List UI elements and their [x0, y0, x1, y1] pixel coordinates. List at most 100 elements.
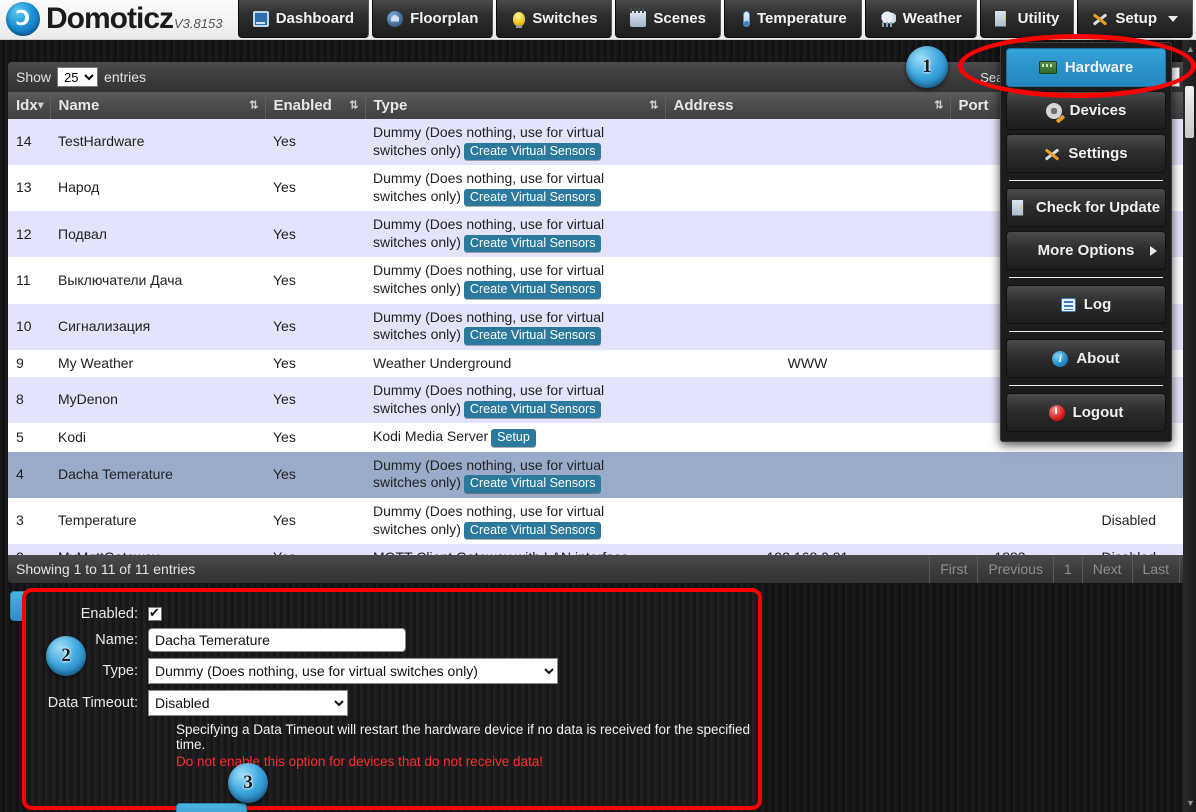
cell-name: Kodi [50, 423, 265, 452]
row-action-button[interactable]: Create Virtual Sensors [463, 234, 602, 253]
pagination-last[interactable]: Last [1131, 555, 1180, 583]
form-row-enabled: Enabled: [26, 605, 758, 622]
menu-item-check-for-update[interactable]: Check for Update [1006, 188, 1166, 227]
nav-utility[interactable]: Utility [979, 0, 1075, 38]
cell-idx: 13 [8, 165, 50, 212]
cell-idx: 9 [8, 349, 50, 378]
scrollbar-thumb[interactable] [1185, 86, 1194, 138]
lightbulb-icon [513, 11, 526, 28]
col-idx[interactable]: Idx ▾ [8, 92, 51, 119]
col-address[interactable]: Address ⇅ [665, 92, 951, 119]
menu-item-devices[interactable]: Devices [1006, 91, 1166, 130]
table-row[interactable]: 4 Dacha Temerature Yes Dummy (Does nothing,… [8, 451, 1188, 498]
form-row-name: Name: [26, 628, 758, 652]
sort-both-icon: ⇅ [934, 99, 944, 111]
type-text: Weather Underground [373, 354, 512, 371]
cell-name: MyDenon [50, 377, 265, 424]
menu-label: About [1076, 350, 1120, 367]
menu-label: More Options [1037, 242, 1135, 259]
timeout-select[interactable]: Disabled [148, 690, 348, 716]
row-action-button[interactable]: Create Virtual Sensors [463, 400, 602, 419]
cell-name: TestHardware [50, 119, 265, 166]
row-action-button[interactable]: Create Virtual Sensors [463, 188, 602, 207]
page-scrollbar[interactable]: ▲ ▼ [1183, 40, 1196, 812]
nav-label: Weather [902, 10, 962, 27]
menu-label: Settings [1068, 145, 1128, 162]
nav-temperature[interactable]: Temperature [723, 0, 862, 38]
col-name[interactable]: Name ⇅ [50, 92, 266, 119]
cell-address [665, 119, 950, 166]
enabled-checkbox[interactable] [148, 605, 162, 621]
cell-data-timeout [1070, 451, 1188, 498]
row-action-button[interactable]: Create Virtual Sensors [463, 327, 602, 345]
scroll-up-icon[interactable]: ▲ [1186, 44, 1195, 54]
menu-item-log[interactable]: Log [1006, 285, 1166, 324]
pagination-1[interactable]: 1 [1052, 555, 1082, 583]
chevron-down-icon [1168, 15, 1178, 22]
cell-enabled: Yes [265, 451, 365, 498]
col-type[interactable]: Type ⇅ [365, 92, 666, 119]
cell-name: Сигнализация [50, 303, 265, 350]
timeout-note: Specifying a Data Timeout will restart t… [176, 722, 751, 752]
top-bar: Ɔ Domoticz V3.8153 Dashboard Floorplan S… [0, 0, 1196, 40]
scroll-down-icon[interactable]: ▼ [1186, 798, 1195, 808]
enabled-label: Enabled: [80, 606, 138, 622]
row-action-button[interactable]: Create Virtual Sensors [463, 142, 602, 161]
menu-item-more-options[interactable]: More Options [1006, 231, 1166, 270]
row-action-button[interactable]: Create Virtual Sensors [463, 280, 602, 299]
table-row[interactable]: 3 Temperature Yes Dummy (Does nothing, use … [8, 498, 1188, 545]
cell-type: Dummy (Does nothing, use for virtual swi… [365, 303, 665, 350]
annotation-marker-1: 1 [906, 46, 948, 88]
nav-switches[interactable]: Switches [496, 0, 613, 38]
sort-both-icon: ⇅ [249, 99, 259, 111]
menu-label: Check for Update [1035, 199, 1161, 216]
menu-label: Hardware [1064, 59, 1134, 76]
cell-enabled: Yes [265, 257, 365, 304]
cell-port [950, 498, 1070, 545]
nav-setup[interactable]: Setup [1077, 0, 1193, 38]
menu-separator [1009, 331, 1163, 332]
col-label: Enabled [273, 97, 332, 114]
row-action-button[interactable]: Create Virtual Sensors [463, 521, 602, 540]
name-input[interactable] [148, 628, 406, 652]
cell-name: Temperature [50, 498, 265, 545]
cell-type: Weather Underground [365, 349, 665, 378]
cell-address [665, 303, 950, 350]
pagination-first[interactable]: First [929, 555, 977, 583]
nav-floorplan[interactable]: Floorplan [372, 0, 494, 38]
cell-address [665, 451, 950, 498]
menu-separator [1009, 180, 1163, 181]
type-select[interactable]: Dummy (Does nothing, use for virtual swi… [148, 658, 558, 684]
menu-item-hardware[interactable]: Hardware [1006, 48, 1166, 87]
nav-scenes[interactable]: Scenes [615, 0, 721, 38]
menu-item-about[interactable]: i About [1006, 339, 1166, 378]
nav-weather[interactable]: Weather [864, 0, 977, 38]
menu-item-logout[interactable]: Logout [1006, 393, 1166, 432]
cell-enabled: Yes [265, 165, 365, 212]
cell-enabled: Yes [265, 423, 365, 452]
nav-dashboard[interactable]: Dashboard [237, 0, 370, 38]
table-info-text: Showing 1 to 11 of 11 entries [16, 561, 196, 577]
timeout-warning: Do not enable this option for devices th… [176, 754, 543, 769]
menu-item-settings[interactable]: Settings [1006, 134, 1166, 173]
cell-type: Dummy (Does nothing, use for virtual swi… [365, 257, 665, 304]
brand-logo[interactable]: Ɔ Domoticz V3.8153 [6, 2, 222, 36]
menu-separator [1009, 385, 1163, 386]
nav-label: Setup [1115, 10, 1157, 27]
utility-icon [994, 10, 1006, 27]
dashboard-icon [252, 10, 269, 27]
cell-name: My Weather [50, 349, 265, 378]
pagination-next[interactable]: Next [1081, 555, 1132, 583]
entries-select[interactable]: 25 [57, 67, 99, 87]
cell-name: Народ [50, 165, 265, 212]
row-action-button[interactable]: Create Virtual Sensors [463, 475, 602, 493]
pagination-previous[interactable]: Previous [977, 555, 1052, 583]
setup-dropdown-menu: Hardware Devices Settings Check for Upda… [1000, 42, 1172, 442]
add-button[interactable]: Add [176, 803, 247, 812]
row-action-button[interactable]: Setup [491, 429, 536, 447]
nav-label: Temperature [756, 10, 847, 27]
cell-idx: 8 [8, 377, 50, 424]
col-enabled[interactable]: Enabled ⇅ [265, 92, 366, 119]
info-icon: i [1052, 350, 1069, 367]
cell-address [665, 423, 950, 452]
